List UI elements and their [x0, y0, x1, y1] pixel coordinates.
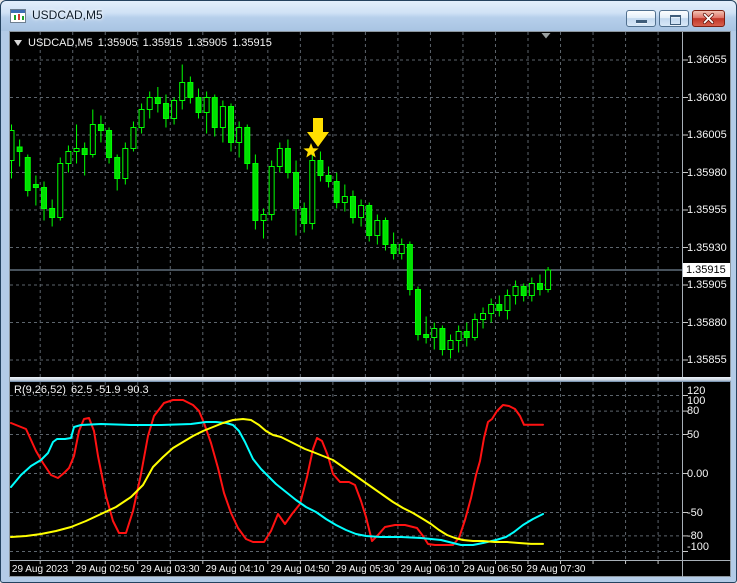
minimize-icon — [636, 20, 647, 23]
restore-icon — [670, 15, 681, 25]
header-close: 1.35915 — [232, 37, 272, 49]
price-axis-label: 1.35930 — [687, 241, 727, 254]
bid-price-tag: 1.35915 — [683, 263, 730, 277]
title-bar[interactable]: USDCAD,M5 — [1, 1, 736, 31]
subwindow-resize-separator[interactable] — [10, 377, 731, 382]
price-axis-label: 1.36030 — [687, 91, 727, 104]
price-axis-label: 1.35905 — [687, 279, 727, 291]
chart-window: USDCAD,M5 USDCAD,M5 1.35905 1.35915 1.35905… — [0, 0, 737, 583]
collapse-triangle-icon — [14, 40, 22, 46]
time-axis-label: 29 Aug 05:30 — [335, 564, 395, 575]
chart-area[interactable] — [9, 31, 731, 577]
price-axis-label: 1.35855 — [687, 354, 727, 366]
price-axis-label: 1.35880 — [687, 316, 727, 329]
time-axis-label: 29 Aug 02:50 — [75, 564, 135, 575]
header-low: 1.35905 — [187, 37, 228, 49]
indicator-axis-label: 80 — [687, 405, 700, 417]
close-icon — [702, 12, 715, 25]
indicator-axis-label: -50 — [687, 506, 703, 519]
time-axis-label: 29 Aug 06:50 — [463, 564, 523, 575]
header-high: 1.35915 — [142, 37, 183, 49]
time-axis-label: 29 Aug 04:10 — [205, 564, 265, 575]
header-open: 1.35905 — [97, 37, 138, 49]
indicator-axis-label: 50 — [687, 428, 700, 441]
price-axis-label: 1.35955 — [687, 204, 727, 216]
price-axis-separator — [682, 32, 683, 577]
time-axis-label: 29 Aug 06:10 — [400, 564, 460, 575]
indicator-values: 62.5 -51.9 -90.3 — [70, 384, 149, 396]
time-axis-label: 29 Aug 03:30 — [140, 564, 200, 575]
price-axis-label: 1.35980 — [687, 166, 727, 179]
time-axis-separator — [10, 560, 731, 561]
window-title: USDCAD,M5 — [32, 8, 103, 22]
minimize-button[interactable] — [626, 10, 656, 27]
indicator-axis-label: 0.00 — [687, 467, 709, 480]
indicator-axis-label: -100 — [687, 541, 710, 553]
price-axis-label: 1.36005 — [687, 129, 727, 141]
chart-window-icon — [10, 9, 26, 23]
header-symbol: USDCAD,M5 — [28, 37, 93, 49]
restore-button[interactable] — [659, 10, 689, 27]
close-button[interactable] — [692, 10, 725, 27]
time-axis-label: 29 Aug 07:30 — [526, 564, 586, 575]
indicator-header: R(9,26,52) 62.5 -51.9 -90.3 — [14, 384, 154, 396]
time-axis-label: 29 Aug 2023 — [11, 564, 69, 575]
indicator-name: R(9,26,52) — [14, 384, 66, 396]
time-axis-label: 29 Aug 04:50 — [270, 564, 330, 575]
price-axis-label: 1.36055 — [687, 54, 727, 66]
ohlc-header: USDCAD,M5 1.35905 1.35915 1.35905 1.35915 — [14, 37, 277, 49]
